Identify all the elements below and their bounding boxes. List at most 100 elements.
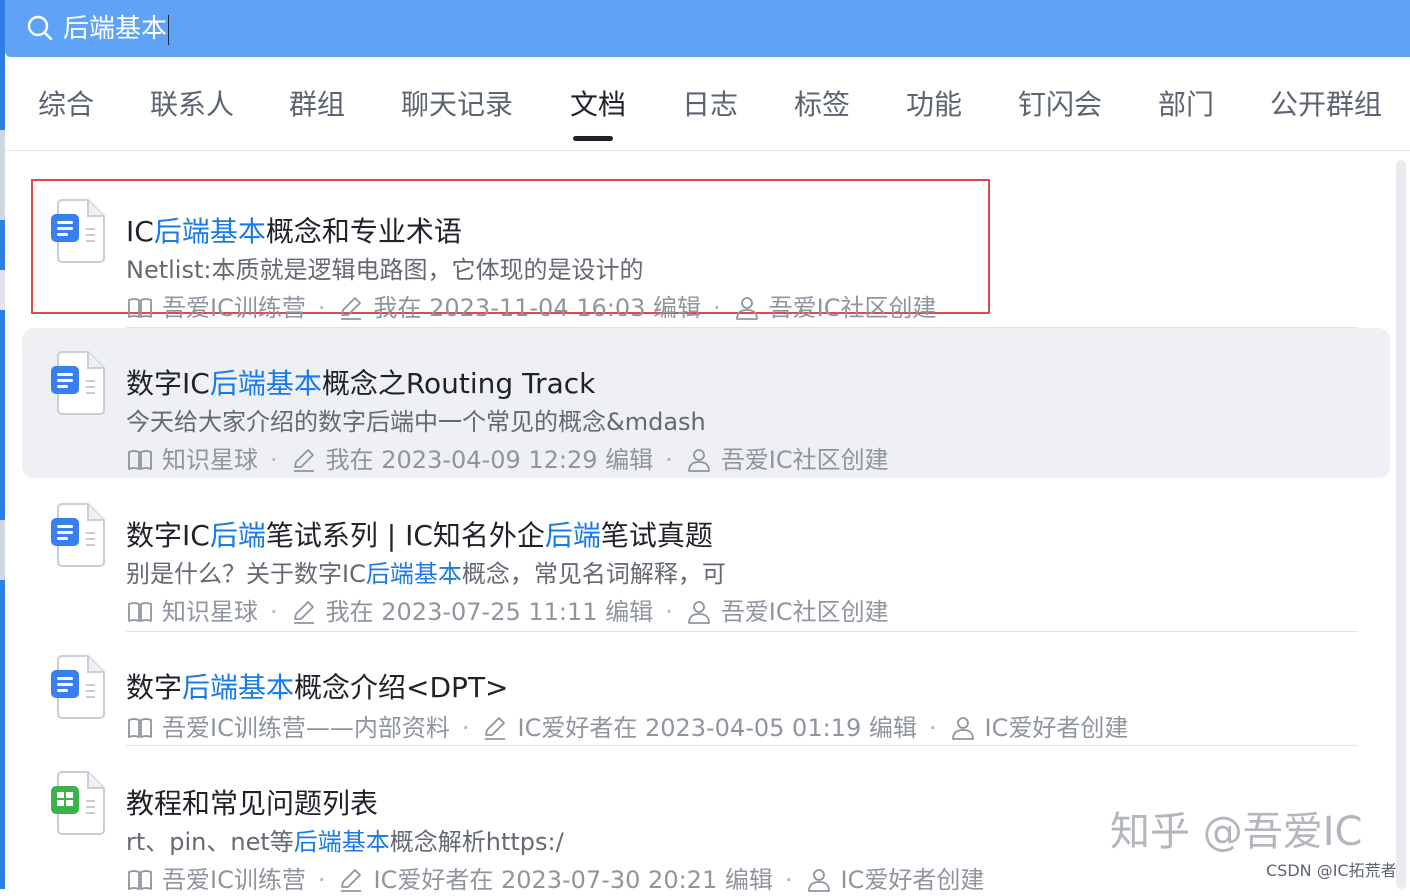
category-tabs: 综合 联系人 群组 聊天记录 文档 日志 标签 功能 钉闪会 部门 公开群组 xyxy=(5,57,1410,151)
result-title-segment: 数字IC xyxy=(126,367,210,400)
separator-dot: · xyxy=(317,866,326,894)
search-bar[interactable]: 后端基本 xyxy=(5,0,1410,57)
result-snippet: rt、pin、net等后端基本概念解析https:/ xyxy=(126,826,564,858)
doc-icon xyxy=(48,350,108,416)
result-title: 数字IC后端笔试系列 | IC知名外企后端笔试真题 xyxy=(126,518,713,554)
doc-icon xyxy=(48,654,108,720)
result-creator: 吾爱IC社区创建 xyxy=(720,598,889,626)
result-title-segment: 后端基本 xyxy=(153,215,266,248)
result-snippet-segment: 概念，常见名词解释，可 xyxy=(461,560,726,588)
search-query-text: 后端基本 xyxy=(63,14,168,44)
tab-documents[interactable]: 文档 xyxy=(570,87,626,123)
result-creator: IC爱好者创建 xyxy=(840,866,985,894)
result-edited: IC爱好者在 2023-07-30 20:21 编辑 xyxy=(373,866,773,894)
result-item[interactable]: 教程和常见问题列表 rt、pin、net等后端基本概念解析https:/ 吾爱IC训… xyxy=(22,746,1390,894)
result-item[interactable]: 数字IC后端基本概念之Routing Track 今天给大家介绍的数字后端中一个常… xyxy=(22,328,1390,478)
user-icon xyxy=(807,869,830,892)
result-snippet-segment: 后端基本 xyxy=(293,828,390,856)
search-input[interactable]: 后端基本 xyxy=(63,10,170,48)
result-title-segment: 笔试系列 | IC知名外企 xyxy=(265,519,545,552)
active-tab-indicator xyxy=(573,136,613,141)
separator-dot: · xyxy=(665,446,673,474)
result-snippet-segment: 别是什么？关于数字IC xyxy=(126,560,366,588)
sheet-icon xyxy=(48,770,108,836)
result-edited: 我在 2023-07-25 11:11 编辑 xyxy=(325,598,654,626)
result-item[interactable]: 数字IC后端笔试系列 | IC知名外企后端笔试真题 别是什么？关于数字IC后端基本… xyxy=(22,480,1390,630)
tab-departments[interactable]: 部门 xyxy=(1158,87,1214,123)
tab-all[interactable]: 综合 xyxy=(38,87,94,123)
book-icon xyxy=(128,870,152,890)
result-meta: 知识星球 · 我在 2023-04-09 12:29 编辑 · 吾爱IC社区创建 xyxy=(126,444,889,476)
result-snippet-segment: 今天给大家介绍的数字后端中一个常见的概念&mdash xyxy=(126,408,706,436)
separator-dot: · xyxy=(928,714,937,742)
tab-groups[interactable]: 群组 xyxy=(289,87,345,123)
result-creator: 吾爱IC社区创建 xyxy=(768,294,937,322)
result-creator: 吾爱IC社区创建 xyxy=(720,446,889,474)
result-title-segment: 概念和专业术语 xyxy=(265,215,462,248)
result-meta: 吾爱IC训练营 · IC爱好者在 2023-07-30 20:21 编辑 · IC爱好者… xyxy=(126,864,984,896)
result-edited: 我在 2023-04-09 12:29 编辑 xyxy=(325,446,654,474)
book-icon xyxy=(128,450,152,470)
result-snippet-segment: Netlist:本质就是逻辑电路图，它体现的是设计的 xyxy=(126,256,644,284)
result-title-segment: 数字IC xyxy=(126,519,210,552)
result-title: 数字后端基本概念介绍<DPT> xyxy=(126,670,509,706)
result-snippet: Netlist:本质就是逻辑电路图，它体现的是设计的 xyxy=(126,254,643,286)
result-title: 数字IC后端基本概念之Routing Track xyxy=(126,366,595,402)
book-icon xyxy=(128,602,152,622)
result-title-segment: 后端 xyxy=(544,519,601,552)
result-snippet: 今天给大家介绍的数字后端中一个常见的概念&mdash xyxy=(126,406,706,438)
doc-icon xyxy=(48,198,108,264)
tab-flash-meeting[interactable]: 钉闪会 xyxy=(1018,87,1102,123)
doc-icon xyxy=(48,502,108,568)
user-icon xyxy=(735,297,758,320)
separator-dot: · xyxy=(665,598,673,626)
result-title-segment: 后端基本 xyxy=(209,367,322,400)
tab-contacts[interactable]: 联系人 xyxy=(150,87,234,123)
book-icon xyxy=(128,718,152,738)
result-title-segment: 后端基本 xyxy=(182,671,295,704)
result-creator: IC爱好者创建 xyxy=(984,714,1129,742)
result-space: 吾爱IC训练营 xyxy=(162,866,306,894)
result-space: 吾爱IC训练营 xyxy=(162,294,306,322)
tab-features[interactable]: 功能 xyxy=(906,87,962,123)
result-snippet-segment: 概念解析https:/ xyxy=(389,828,564,856)
book-icon xyxy=(128,298,152,318)
result-item[interactable]: IC后端基本概念和专业术语 Netlist:本质就是逻辑电路图，它体现的是设计的吾… xyxy=(22,180,1390,322)
tab-tags[interactable]: 标签 xyxy=(794,87,850,123)
separator-dot: · xyxy=(270,446,278,474)
result-title-segment: IC xyxy=(126,215,154,248)
result-title-segment: 后端 xyxy=(209,519,266,552)
user-icon xyxy=(687,601,710,624)
edit-icon xyxy=(341,297,362,320)
edit-icon xyxy=(293,449,314,472)
result-edited: IC爱好者在 2023-04-05 01:19 编辑 xyxy=(517,714,917,742)
result-space: 知识星球 xyxy=(162,598,258,626)
edit-icon xyxy=(293,601,314,624)
result-meta: 吾爱IC训练营 · 我在 2023-11-04 16:03 编辑 · 吾爱IC社区创建 xyxy=(126,292,937,324)
result-title-segment: 概念之Routing Track xyxy=(321,367,596,400)
tab-chat-history[interactable]: 聊天记录 xyxy=(401,87,513,123)
result-snippet-segment: 后端基本 xyxy=(365,560,462,588)
result-edited: 我在 2023-11-04 16:03 编辑 xyxy=(373,294,702,322)
separator-dot: · xyxy=(461,714,470,742)
tab-logs[interactable]: 日志 xyxy=(682,87,738,123)
result-snippet-segment: rt、pin、net等 xyxy=(126,828,294,856)
tab-public-groups[interactable]: 公开群组 xyxy=(1270,87,1382,123)
search-icon xyxy=(27,15,53,41)
scrollbar[interactable] xyxy=(1396,160,1406,889)
edit-icon xyxy=(341,869,362,892)
result-title: 教程和常见问题列表 xyxy=(126,786,378,822)
separator-dot: · xyxy=(713,294,721,322)
separator-dot: · xyxy=(784,866,793,894)
result-item[interactable]: 数字后端基本概念介绍<DPT> 吾爱IC训练营——内部资料 · IC爱好者在 2023… xyxy=(22,632,1390,744)
separator-dot: · xyxy=(317,294,326,322)
text-caret xyxy=(168,14,170,45)
user-icon xyxy=(687,449,710,472)
result-meta: 知识星球 · 我在 2023-07-25 11:11 编辑 · 吾爱IC社区创建 xyxy=(126,596,889,628)
result-title-segment: 概念介绍<DPT> xyxy=(294,671,509,704)
result-title-segment: 笔试真题 xyxy=(600,519,713,552)
result-title-segment: 数字 xyxy=(126,671,183,704)
result-space: 知识星球 xyxy=(162,446,258,474)
user-icon xyxy=(951,717,974,740)
result-space: 吾爱IC训练营——内部资料 xyxy=(162,714,450,742)
